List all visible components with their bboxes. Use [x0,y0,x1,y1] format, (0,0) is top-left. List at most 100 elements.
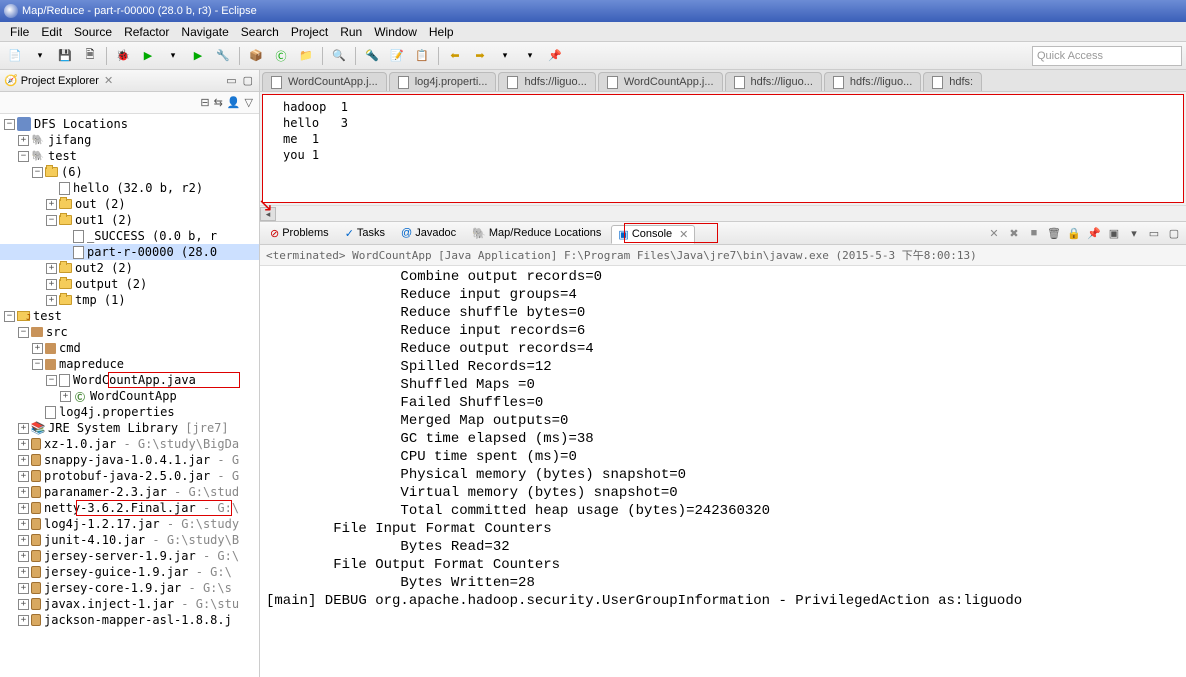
open-console-icon[interactable]: ▾ [1126,227,1142,240]
pin-console-icon[interactable]: 📌 [1086,227,1102,240]
debug-button[interactable]: 🐞 [112,45,134,67]
link-editor-icon[interactable]: ⇆ [214,96,223,109]
expand-icon[interactable]: + [18,519,29,530]
tree-item[interactable]: xz-1.0.jar - G:\study\BigDa [44,437,239,451]
tree-item[interactable]: jersey-guice-1.9.jar - G:\ [44,565,232,579]
view-menu-icon[interactable]: ▽ [245,96,253,109]
console-output[interactable]: Combine output records=0 Reduce input gr… [260,266,1186,677]
tree-item[interactable]: JRE System Library [jre7] [48,421,229,435]
new-button[interactable]: 📄 [4,45,26,67]
tree-item[interactable]: out1 (2) [75,213,133,227]
tree-item-selected[interactable]: part-r-00000 (28.0 [87,245,217,259]
expand-icon[interactable]: + [18,567,29,578]
tree-item[interactable]: src [46,325,68,339]
remove-all-icon[interactable]: ✖ [1006,227,1022,240]
tree-item[interactable]: test [33,309,62,323]
tree-item[interactable]: junit-4.10.jar - G:\study\B [44,533,239,547]
menu-source[interactable]: Source [68,25,118,39]
close-icon[interactable]: ✕ [679,228,688,241]
tree-item[interactable]: _SUCCESS (0.0 b, r [87,229,217,243]
quick-access-input[interactable]: Quick Access [1032,46,1182,66]
search-button[interactable]: 🔦 [361,45,383,67]
tree-item[interactable]: out (2) [75,197,126,211]
menu-help[interactable]: Help [423,25,460,39]
menu-navigate[interactable]: Navigate [175,25,234,39]
minimize-icon[interactable]: ▭ [224,74,238,87]
tree-item[interactable]: WordCountApp [90,389,177,403]
tree-item[interactable]: netty-3.6.2.Final.jar - G:\ [44,501,239,515]
terminate-icon[interactable]: ■ [1026,227,1042,240]
editor-tab[interactable]: log4j.properti... [389,72,497,91]
editor-tab[interactable]: hdfs://liguo... [725,72,822,91]
menu-file[interactable]: File [4,25,35,39]
expand-icon[interactable]: + [46,199,57,210]
clear-console-icon[interactable]: 🗑 [1046,227,1062,240]
menu-run[interactable]: Run [334,25,368,39]
maximize-icon[interactable]: ▢ [1166,227,1182,240]
collapse-all-icon[interactable]: ⊟ [200,96,209,109]
collapse-icon[interactable]: − [4,119,15,130]
tree-item[interactable]: jersey-core-1.9.jar - G:\s [44,581,232,595]
expand-icon[interactable]: + [18,455,29,466]
horizontal-scrollbar[interactable]: ◂ [260,205,1186,221]
editor-content[interactable]: hadoop 1 hello 3 me 1 you 1 [262,95,1184,203]
expand-icon[interactable]: + [60,391,71,402]
tab-problems[interactable]: ⊘Problems [264,225,335,242]
tab-mapreduce-locations[interactable]: 🐘Map/Reduce Locations [466,225,607,242]
open-type-button[interactable]: 🔍 [328,45,350,67]
tree-item[interactable]: out2 (2) [75,261,133,275]
focus-icon[interactable]: 👤 [227,96,241,109]
tree-item[interactable]: tmp (1) [75,293,126,307]
project-tree[interactable]: −DFS Locations +🐘jifang −🐘test −(6) hell… [0,114,259,677]
dropdown-icon[interactable]: ▾ [519,45,541,67]
toggle-button[interactable]: 📋 [411,45,433,67]
editor-tab[interactable]: hdfs://liguo... [498,72,595,91]
tree-item[interactable]: log4j.properties [59,405,175,419]
expand-icon[interactable]: + [18,551,29,562]
tree-item[interactable]: javax.inject-1.jar - G:\stu [44,597,239,611]
tree-item[interactable]: (6) [61,165,83,179]
collapse-icon[interactable]: − [46,215,57,226]
tree-item[interactable]: hello (32.0 b, r2) [73,181,203,195]
dropdown-icon[interactable]: ▾ [494,45,516,67]
editor-tab[interactable]: hdfs://liguo... [824,72,921,91]
menu-project[interactable]: Project [285,25,334,39]
collapse-icon[interactable]: − [18,151,29,162]
tree-item[interactable]: output (2) [75,277,147,291]
run-button[interactable]: ▶ [137,45,159,67]
tree-item[interactable]: log4j-1.2.17.jar - G:\study [44,517,239,531]
tree-item[interactable]: DFS Locations [34,117,128,131]
minimize-icon[interactable]: ▭ [1146,227,1162,240]
scroll-lock-icon[interactable]: 🔒 [1066,227,1082,240]
expand-icon[interactable]: + [46,295,57,306]
tree-item[interactable]: WordCountApp.java [73,373,196,387]
run-last-button[interactable]: ▶ [187,45,209,67]
menu-search[interactable]: Search [235,25,285,39]
expand-icon[interactable]: + [18,471,29,482]
new-package-button[interactable]: 📦 [245,45,267,67]
maximize-icon[interactable]: ▢ [241,74,255,87]
tab-console[interactable]: ▣Console✕ [611,225,695,244]
dropdown-icon[interactable]: ▾ [162,45,184,67]
dropdown-icon[interactable]: ▾ [29,45,51,67]
remove-launch-icon[interactable]: ✕ [986,227,1002,240]
expand-icon[interactable]: + [18,535,29,546]
tree-item[interactable]: jersey-server-1.9.jar - G:\ [44,549,239,563]
forward-button[interactable]: ➡ [469,45,491,67]
editor-tab[interactable]: WordCountApp.j... [598,72,723,91]
expand-icon[interactable]: + [32,343,43,354]
expand-icon[interactable]: + [18,439,29,450]
annotation-button[interactable]: 📝 [386,45,408,67]
collapse-icon[interactable]: − [32,359,43,370]
editor-tab[interactable]: WordCountApp.j... [262,72,387,91]
tree-item[interactable]: jackson-mapper-asl-1.8.8.j [44,613,232,627]
menu-edit[interactable]: Edit [35,25,68,39]
save-all-button[interactable]: 🗎 [79,45,101,67]
tree-item[interactable]: jifang [48,133,91,147]
new-folder-button[interactable]: 📁 [295,45,317,67]
expand-icon[interactable]: + [18,599,29,610]
tree-item[interactable]: paranamer-2.3.jar - G:\stud [44,485,239,499]
menu-window[interactable]: Window [368,25,423,39]
new-class-button[interactable]: Ⓒ [270,45,292,67]
expand-icon[interactable]: + [46,279,57,290]
